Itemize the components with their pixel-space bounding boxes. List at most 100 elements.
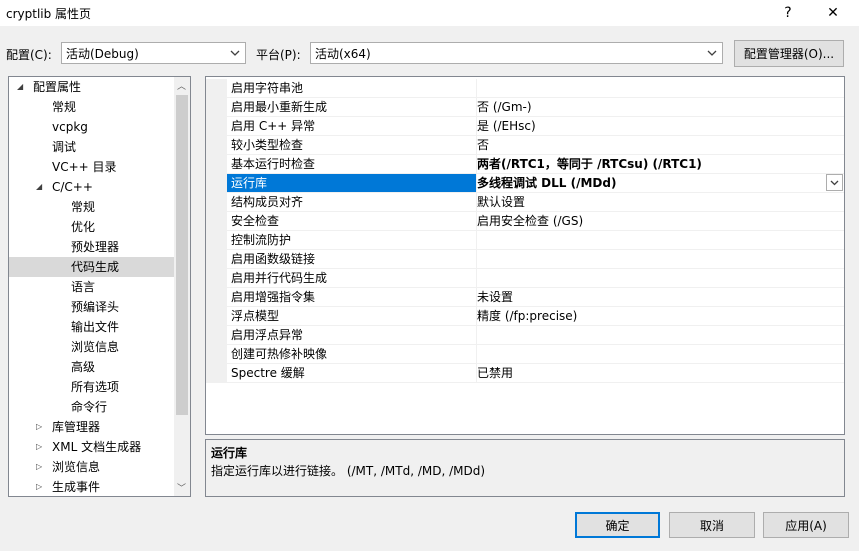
scroll-up-icon[interactable]: ︿ [177,79,186,92]
tree-item[interactable]: 所有选项 [9,377,174,397]
tree-item[interactable]: 高级 [9,357,174,377]
tree-item[interactable]: 调试 [9,137,174,157]
property-value[interactable]: 精度 (/fp:precise) [473,307,844,326]
property-value[interactable] [473,79,844,98]
property-row[interactable]: 安全检查 启用安全检查 (/GS) [206,212,844,231]
tree-item[interactable]: ▷ 生成事件 [9,477,174,496]
tree-item[interactable]: 预编译头 [9,297,174,317]
tree-item[interactable]: 语言 [9,277,174,297]
tree-item-label: 调试 [52,140,77,154]
ok-button[interactable]: 确定 [575,512,660,538]
tree-item[interactable]: 预处理器 [9,237,174,257]
tree-item[interactable]: vcpkg [9,117,174,137]
property-value[interactable]: 是 (/EHsc) [473,117,844,136]
property-name[interactable]: 启用增强指令集 [227,288,477,307]
property-value[interactable] [473,345,844,364]
collapsed-arrow-icon[interactable]: ▷ [36,437,46,457]
tree-item[interactable]: 常规 [9,197,174,217]
row-gutter [206,288,227,307]
tree-item-label: 语言 [71,280,96,294]
tree-item[interactable]: 优化 [9,217,174,237]
property-value[interactable] [473,269,844,288]
tree-item-label: vcpkg [52,120,88,134]
property-row[interactable]: 控制流防护 [206,231,844,250]
property-tree[interactable]: ◢ 配置属性 常规 vcpkg 调试 VC++ 目录 ◢ C/C++ 常规 优化 预处理器 代码生成语… [8,76,191,497]
property-row[interactable]: 启用 C++ 异常是 (/EHsc) [206,117,844,136]
platform-combo[interactable]: 活动(x64) [310,42,723,64]
config-manager-button[interactable]: 配置管理器(O)... [734,40,844,67]
property-row[interactable]: 启用增强指令集 未设置 [206,288,844,307]
property-value[interactable]: 启用安全检查 (/GS) [473,212,844,231]
close-button[interactable]: ✕ [813,0,853,26]
property-value[interactable]: 两者(/RTC1，等同于 /RTCsu) (/RTC1) [473,155,844,174]
property-name[interactable]: 安全检查 [227,212,477,231]
property-name[interactable]: 较小类型检查 [227,136,477,155]
property-value[interactable]: 默认设置 [473,193,844,212]
property-value[interactable]: 未设置 [473,288,844,307]
row-gutter [206,307,227,326]
cancel-button[interactable]: 取消 [669,512,755,538]
config-combo[interactable]: 活动(Debug) [61,42,246,64]
property-value[interactable]: 多线程调试 DLL (/MDd) [473,174,844,193]
property-name[interactable]: 启用 C++ 异常 [227,117,477,136]
tree-item[interactable]: 常规 [9,97,174,117]
tree-item-label: 高级 [71,360,96,374]
property-name[interactable]: 启用并行代码生成 [227,269,477,288]
property-name[interactable]: 结构成员对齐 [227,193,477,212]
property-row[interactable]: 浮点模型 精度 (/fp:precise) [206,307,844,326]
tree-item[interactable]: 代码生成 [9,257,174,277]
property-name[interactable]: 基本运行时检查 [227,155,477,174]
tree-item[interactable]: VC++ 目录 [9,157,174,177]
collapsed-arrow-icon[interactable]: ▷ [36,477,46,496]
tree-item[interactable]: 输出文件 [9,317,174,337]
property-row[interactable]: 启用浮点异常 [206,326,844,345]
expanded-arrow-icon[interactable]: ◢ [17,77,27,97]
scrollbar-thumb[interactable] [176,95,188,415]
property-value[interactable] [473,231,844,250]
tree-scrollbar[interactable]: ︿ ﹀ [174,77,190,496]
property-value[interactable] [473,326,844,345]
row-gutter [206,269,227,288]
property-name[interactable]: 控制流防护 [227,231,477,250]
property-row[interactable]: 运行库 多线程调试 DLL (/MDd) [206,174,844,193]
property-value[interactable]: 否 (/Gm-) [473,98,844,117]
tree-item[interactable]: ▷ XML 文档生成器 [9,437,174,457]
property-value[interactable]: 已禁用 [473,364,844,383]
property-row[interactable]: Spectre 缓解 已禁用 [206,364,844,383]
collapsed-arrow-icon[interactable]: ▷ [36,457,46,477]
description-text: 指定运行库以进行链接。 (/MT, /MTd, /MD, /MDd) [211,464,486,478]
value-dropdown-button[interactable] [826,174,843,191]
property-name[interactable]: 创建可热修补映像 [227,345,477,364]
tree-item[interactable]: 浏览信息 [9,337,174,357]
scroll-down-icon[interactable]: ﹀ [177,481,186,494]
tree-item[interactable]: 命令行 [9,397,174,417]
tree-item-label: 预处理器 [71,240,120,254]
property-value[interactable]: 否 [473,136,844,155]
property-name[interactable]: 启用浮点异常 [227,326,477,345]
property-name[interactable]: 启用最小重新生成 [227,98,477,117]
property-row[interactable]: 结构成员对齐 默认设置 [206,193,844,212]
apply-button[interactable]: 应用(A) [763,512,849,538]
property-row[interactable]: 启用并行代码生成 [206,269,844,288]
property-row[interactable]: 启用函数级链接 [206,250,844,269]
property-grid[interactable]: 启用字符串池 启用最小重新生成否 (/Gm-) 启用 C++ 异常是 (/EHsc)… [205,76,845,435]
row-gutter [206,250,227,269]
help-button[interactable]: ? [768,0,808,26]
property-row[interactable]: 基本运行时检查 两者(/RTC1，等同于 /RTCsu) (/RTC1) [206,155,844,174]
property-row[interactable]: 启用字符串池 [206,79,844,98]
property-name[interactable]: 启用字符串池 [227,79,477,98]
tree-item[interactable]: ▷ 浏览信息 [9,457,174,477]
collapsed-arrow-icon[interactable]: ▷ [36,417,46,437]
property-row[interactable]: 创建可热修补映像 [206,345,844,364]
property-name[interactable]: 启用函数级链接 [227,250,477,269]
property-name[interactable]: 运行库 [227,174,477,193]
tree-item[interactable]: ◢ 配置属性 [9,77,174,97]
property-row[interactable]: 启用最小重新生成否 (/Gm-) [206,98,844,117]
tree-item[interactable]: ▷ 库管理器 [9,417,174,437]
expanded-arrow-icon[interactable]: ◢ [36,177,46,197]
property-value[interactable] [473,250,844,269]
property-row[interactable]: 较小类型检查否 [206,136,844,155]
tree-item[interactable]: ◢ C/C++ [9,177,174,197]
property-name[interactable]: 浮点模型 [227,307,477,326]
property-name[interactable]: Spectre 缓解 [227,364,477,383]
